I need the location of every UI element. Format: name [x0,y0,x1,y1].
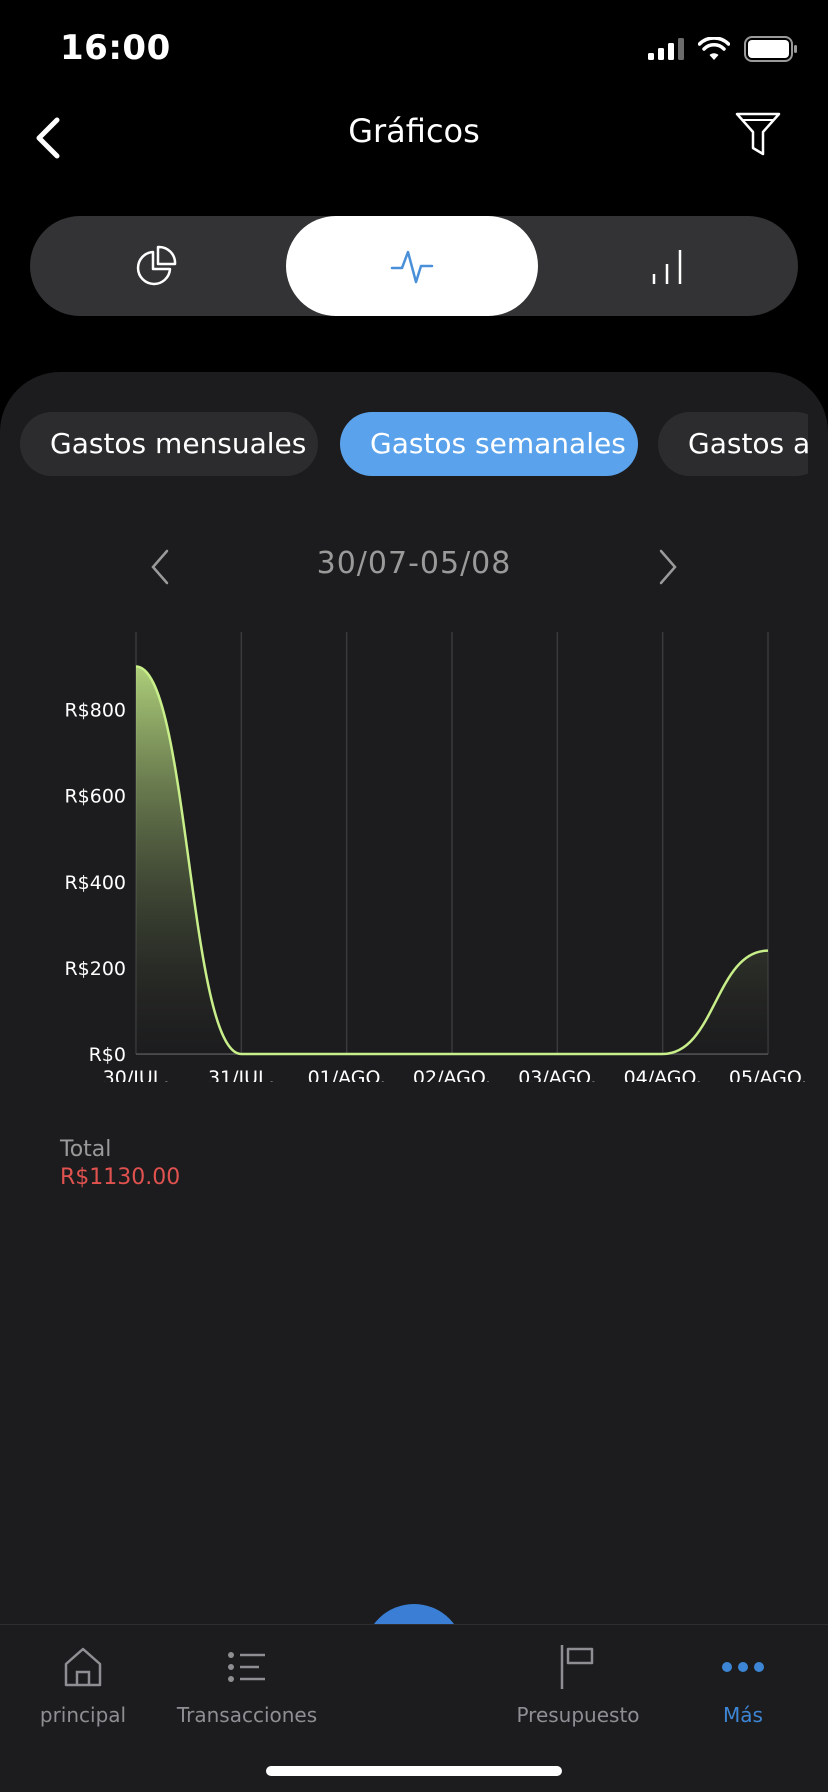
flag-icon [560,1645,594,1689]
chart-type-selector [30,216,798,316]
page-title: Gráficos [348,112,480,150]
period-chips: Gastos mensuales Gastos semanales Gastos… [20,412,808,476]
tab-transactions[interactable]: Transacciones [172,1639,322,1739]
tab-more[interactable]: Más [668,1639,818,1739]
y-tick-label: R$0 [89,1044,126,1066]
line-chart-icon [390,250,434,284]
status-bar: 16:00 [0,0,828,100]
pie-chart-icon [136,245,177,286]
x-tick-label: 31/JUL. [208,1067,275,1082]
segment-bar-chart[interactable] [542,216,794,316]
segment-pie-chart[interactable] [30,216,282,316]
y-tick-label: R$400 [64,872,126,894]
segment-line-chart[interactable] [286,216,538,316]
tab-home[interactable]: principal [8,1639,158,1739]
total-value: R$1130.00 [60,1165,181,1190]
chip-weekly-expenses[interactable]: Gastos semanales [340,412,638,476]
y-tick-label: R$200 [64,958,126,980]
tab-transactions-label: Transacciones [176,1703,318,1727]
chip-annual-expenses[interactable]: Gastos ar [658,412,808,476]
y-tick-label: R$800 [64,700,126,722]
x-tick-label: 30/JUL. [103,1067,170,1082]
navigation-bar: Gráficos [0,100,828,200]
home-icon [64,1647,102,1687]
home-indicator [266,1766,562,1776]
status-icons [648,36,798,62]
y-tick-label: R$600 [64,786,126,808]
tab-budget-label: Presupuesto [516,1703,640,1727]
tab-more-label: Más [723,1703,763,1727]
status-time: 16:00 [60,28,171,68]
chevron-right-icon [659,549,677,585]
more-dots-icon [722,1662,764,1672]
week-navigator: 30/07-05/08 [0,532,828,602]
cellular-signal-icon [648,38,684,60]
list-icon [228,1652,265,1682]
next-week-button[interactable] [648,542,688,592]
week-range-label: 30/07-05/08 [316,546,512,581]
x-tick-label: 03/AGO. [518,1067,596,1082]
x-tick-label: 02/AGO. [413,1067,491,1082]
bar-chart-icon [652,250,682,284]
weekly-expenses-chart: R$0 R$200 R$400 R$600 R$800 30/JUL. 31/JUL. 01/… [64,632,807,1082]
chip-monthly-expenses[interactable]: Gastos mensuales [20,412,318,476]
tab-home-label: principal [39,1703,127,1727]
wifi-icon [698,37,730,60]
x-tick-label: 05/AGO. [729,1067,807,1082]
filter-button[interactable] [728,104,788,164]
chart-panel: Gastos mensuales Gastos semanales Gastos… [0,372,828,1792]
battery-icon [744,36,797,62]
x-tick-label: 01/AGO. [308,1067,386,1082]
filter-icon [735,112,781,156]
tab-budget[interactable]: Presupuesto [503,1639,653,1739]
total-label: Total [60,1137,112,1162]
x-tick-label: 04/AGO. [624,1067,702,1082]
